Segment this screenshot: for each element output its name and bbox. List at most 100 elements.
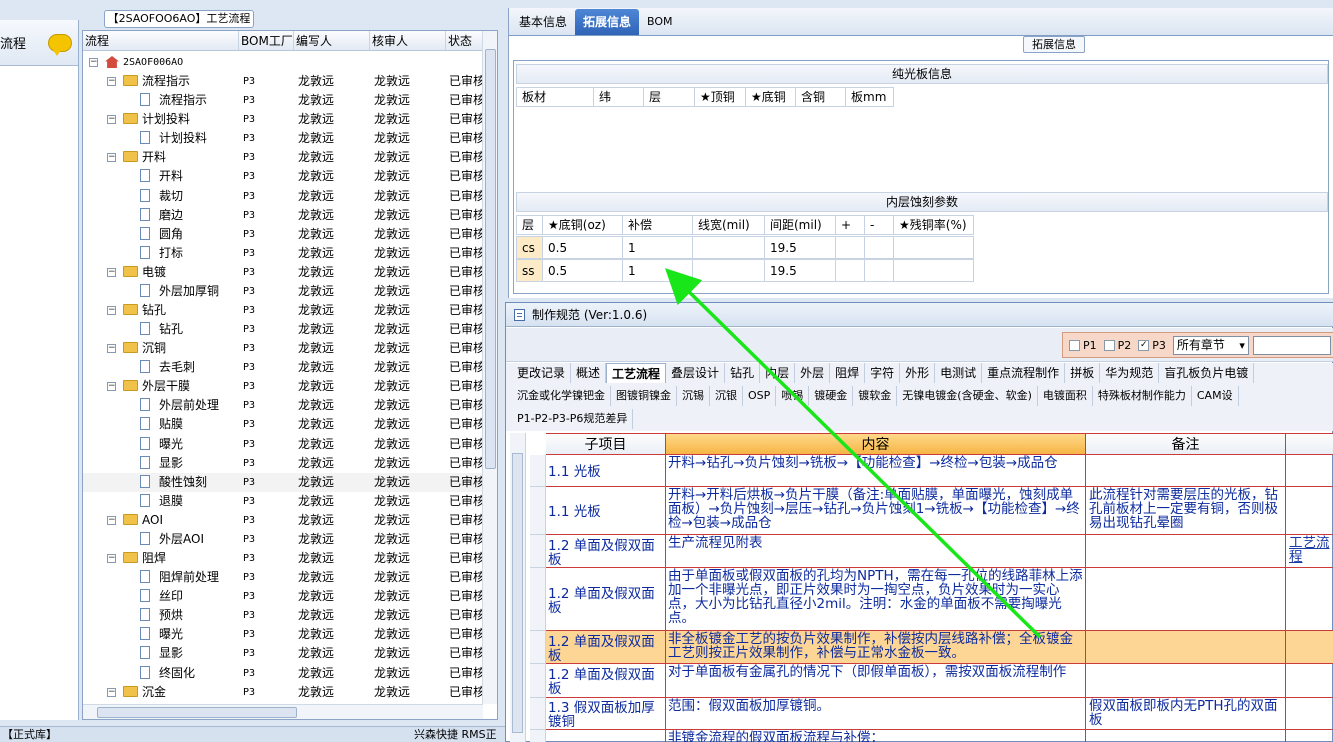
tree-row[interactable]: 阻焊前处理 P3 龙敦远 龙敦远 已审核 [83, 568, 483, 587]
tree-row[interactable]: 开料 P3 龙敦远 龙敦远 已审核 [83, 167, 483, 186]
filter-p2-checkbox[interactable]: P2 [1103, 339, 1131, 352]
spec-tab[interactable]: 叠层设计 [666, 363, 726, 383]
tree-node[interactable]: 丝印 [83, 587, 239, 606]
spec-tab[interactable]: 重点流程制作 [982, 363, 1066, 383]
tree-node[interactable]: 终固化 [83, 664, 239, 683]
tree-vertical-scrollbar[interactable] [482, 31, 497, 704]
search-input[interactable] [1252, 335, 1331, 355]
expander-icon[interactable]: − [107, 306, 116, 316]
tree-row[interactable]: 终固化 P3 龙敦远 龙敦远 已审核 [83, 664, 483, 683]
column-header-subitem[interactable]: 子项目 [546, 433, 666, 455]
cell-minus[interactable] [865, 236, 894, 259]
checkbox-box[interactable]: ✓ [1138, 339, 1150, 351]
spec-tab[interactable]: CAM设 [1192, 386, 1239, 406]
tree-node[interactable]: 阻焊前处理 [83, 568, 239, 587]
tab-basic-info[interactable]: 基本信息 [511, 9, 575, 35]
expander-icon[interactable]: − [107, 77, 116, 87]
tree-row[interactable]: 曝光 P3 龙敦远 龙敦远 已审核 [83, 625, 483, 644]
inner-etch-row[interactable]: cs 0.5 1 19.5 [516, 236, 974, 259]
cell-residual-copper[interactable] [894, 236, 974, 259]
cell-link[interactable] [1286, 631, 1333, 664]
tree-row[interactable]: 丝印 P3 龙敦远 龙敦远 已审核 [83, 587, 483, 606]
cell-bottom-copper[interactable]: 0.5 [543, 259, 623, 282]
spec-tab[interactable]: 特殊板材制作能力 [1093, 386, 1192, 406]
tree-row[interactable]: − 沉铜 P3 龙敦远 龙敦远 已审核 [83, 339, 483, 358]
cell-residual-copper[interactable] [894, 259, 974, 282]
tree-row[interactable]: − 钻孔 P3 龙敦远 龙敦远 已审核 [83, 301, 483, 320]
tree-row[interactable]: 酸性蚀刻 P3 龙敦远 龙敦远 已审核 [83, 472, 483, 492]
column-header-note[interactable]: 备注 [1086, 433, 1286, 455]
tree-node[interactable]: 退膜 [83, 492, 239, 511]
spec-tab[interactable]: 盲孔板负片电镀 [1159, 363, 1255, 383]
checkbox-box[interactable] [1103, 339, 1115, 351]
tree-row[interactable]: 退膜 P3 龙敦远 龙敦远 已审核 [83, 492, 483, 511]
spec-tab[interactable]: 镀软金 [853, 386, 898, 406]
spec-grid-row[interactable]: 1.1 光板 开料→钻孔→负片蚀刻→铣板→【功能检查】→终检→包装→成品仓 [530, 455, 1333, 487]
cell-link[interactable] [1286, 664, 1333, 698]
spec-tab[interactable]: 沉银 [710, 386, 743, 406]
tree-node[interactable]: 钻孔 [83, 320, 239, 339]
tree-node[interactable]: 圆角 [83, 225, 239, 244]
spec-tab[interactable]: 沉金或化学镍钯金 [512, 386, 611, 406]
tree-node[interactable]: 计划投料 [83, 129, 239, 148]
cell-link[interactable] [1286, 487, 1333, 535]
cell-link[interactable] [1286, 730, 1333, 742]
tree-row[interactable]: 贴膜 P3 龙敦远 龙敦远 已审核 [83, 415, 483, 434]
tree-node[interactable]: − 开料 [83, 148, 239, 167]
tree-row[interactable]: 计划投料 P3 龙敦远 龙敦远 已审核 [83, 129, 483, 148]
expander-icon[interactable]: − [107, 344, 116, 354]
tree-node[interactable]: 开料 [83, 167, 239, 186]
tree-node[interactable]: 去毛刺 [83, 358, 239, 377]
tree-row[interactable]: − 2SAOF006AO [83, 53, 483, 72]
spec-grid-row[interactable]: 1.2 单面及假双面板 对于单面板有金属孔的情况下（即假单面板），需按双面板流程制… [530, 664, 1333, 698]
inner-etch-row[interactable]: ss 0.5 1 19.5 [516, 259, 974, 282]
scroll-thumb[interactable] [485, 49, 496, 469]
cell-line-width[interactable] [693, 259, 765, 282]
cell-plus[interactable] [836, 259, 865, 282]
tree-node[interactable]: 打标 [83, 244, 239, 263]
chat-bubble-icon[interactable] [48, 33, 72, 56]
tree-node[interactable]: − 计划投料 [83, 110, 239, 129]
tree-node[interactable]: 酸性蚀刻 [83, 473, 239, 492]
column-header-content[interactable]: 内容 [666, 433, 1086, 455]
spec-tab[interactable]: 拼板 [1065, 363, 1101, 383]
tree-row[interactable]: − 沉金 P3 龙敦远 龙敦远 已审核 [83, 683, 483, 702]
left-nav-header[interactable]: 流程 [0, 20, 78, 66]
column-header-flow[interactable]: 流程 [83, 31, 239, 50]
expander-icon[interactable]: − [107, 153, 116, 163]
tree-row[interactable]: 外层AOI P3 龙敦远 龙敦远 已审核 [83, 530, 483, 549]
tree-row[interactable]: 钻孔 P3 龙敦远 龙敦远 已审核 [83, 320, 483, 339]
tree-row[interactable]: 外层加厚铜 P3 龙敦远 龙敦远 已审核 [83, 282, 483, 301]
cell-compensation[interactable]: 1 [623, 259, 693, 282]
spec-tab[interactable]: 镀硬金 [809, 386, 854, 406]
expander-icon[interactable]: − [89, 58, 98, 67]
tree-row[interactable]: − 阻焊 P3 龙敦远 龙敦远 已审核 [83, 549, 483, 568]
cell-compensation[interactable]: 1 [623, 236, 693, 259]
cell-link[interactable] [1286, 698, 1333, 730]
tree-node[interactable]: − 阻焊 [83, 549, 239, 568]
tree-row[interactable]: 流程指示 P3 龙敦远 龙敦远 已审核 [83, 91, 483, 110]
spec-grid-row[interactable]: 1.3 假双面板加厚镀铜 范围：假双面板加厚镀铜。 假双面板即板内无PTH孔的双面板 [530, 698, 1333, 730]
tree-node[interactable]: − 钻孔 [83, 301, 239, 320]
tree-node[interactable]: 磨边 [83, 206, 239, 225]
expander-icon[interactable]: − [107, 687, 116, 697]
spec-tab[interactable]: P1-P2-P3-P6规范差异 [512, 409, 634, 429]
spec-tab[interactable]: 电测试 [935, 363, 983, 383]
tree-node[interactable]: 外层AOI [83, 530, 239, 549]
cell-line-width[interactable] [693, 236, 765, 259]
spec-tab[interactable]: 图镀铜镍金 [611, 386, 677, 406]
spec-tab[interactable]: 更改记录 [512, 363, 572, 383]
checkbox-box[interactable] [1069, 339, 1080, 351]
cell-link[interactable]: 工艺流程 [1286, 535, 1333, 568]
tree-row[interactable]: − 流程指示 P3 龙敦远 龙敦远 已审核 [83, 72, 483, 91]
spec-tab[interactable]: 字符 [865, 363, 901, 383]
filter-p3-checkbox[interactable]: ✓ P3 [1138, 339, 1166, 352]
chapter-select[interactable]: 所有章节 [1172, 335, 1249, 355]
column-header-bom[interactable]: BOM工厂 [239, 31, 294, 50]
cell-layer[interactable]: cs [516, 236, 543, 259]
tree-node[interactable]: 外层加厚铜 [83, 282, 239, 301]
filter-p1-checkbox[interactable]: P1 [1069, 339, 1097, 352]
tree-node[interactable]: − 流程指示 [83, 72, 239, 91]
tree-node[interactable]: 显影 [83, 454, 239, 473]
spec-tab[interactable]: 外层 [795, 363, 831, 383]
